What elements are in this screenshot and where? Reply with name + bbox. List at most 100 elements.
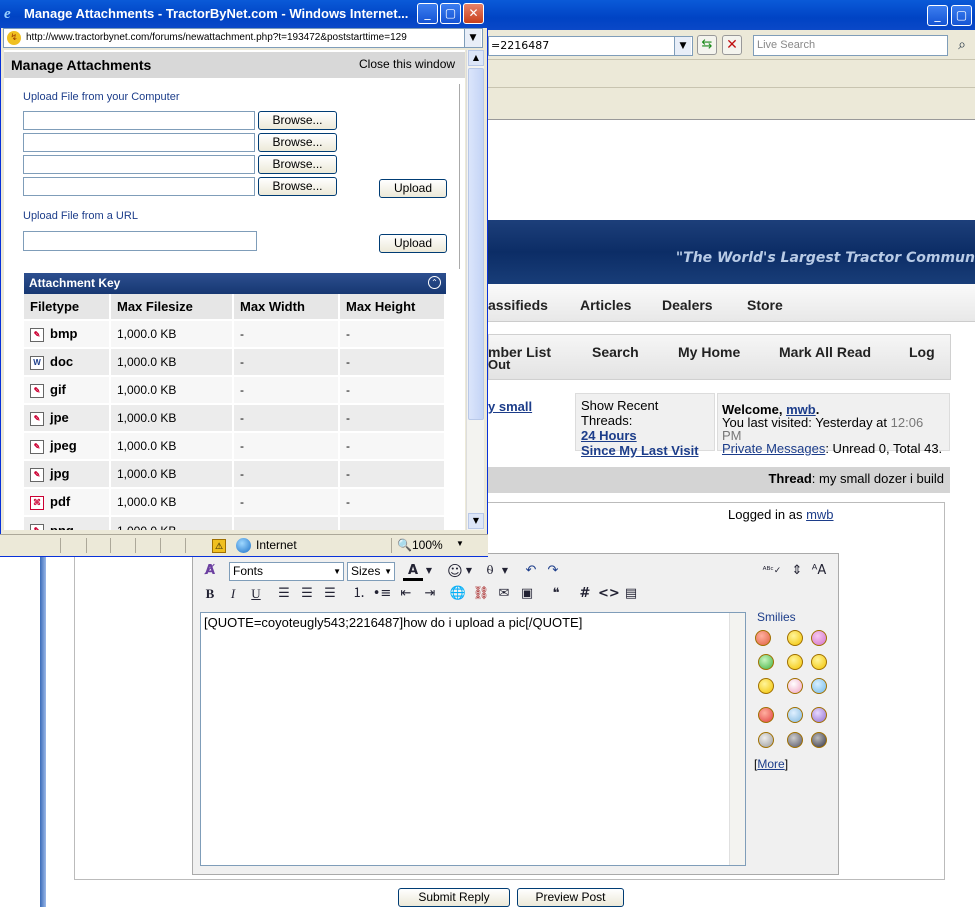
search-input[interactable]: Live Search — [753, 35, 948, 56]
refresh-icon[interactable]: ⇆ — [697, 35, 717, 55]
smiley-icon[interactable] — [811, 707, 827, 723]
smiley-icon[interactable] — [758, 707, 774, 723]
smiley-icon[interactable] — [758, 678, 774, 694]
smiley-icon[interactable] — [787, 678, 803, 694]
smiley-insert-icon[interactable]: ☺ — [445, 561, 465, 581]
outdent-icon[interactable]: ⇤ — [396, 584, 416, 604]
text-color-icon[interactable]: A — [403, 561, 423, 581]
subnav-mark-all-read[interactable]: Mark All Read — [779, 344, 871, 360]
unordered-list-icon[interactable]: •≡ — [372, 584, 392, 604]
scroll-up-icon[interactable]: ▲ — [468, 50, 484, 66]
spellcheck-icon[interactable]: ᴬᴮᶜ✓ — [762, 561, 782, 581]
smiley-icon[interactable] — [811, 732, 827, 748]
php-code-icon[interactable]: ▤ — [621, 584, 641, 604]
file-input-4[interactable] — [23, 177, 255, 196]
align-center-icon[interactable]: ☰ — [297, 584, 317, 604]
switch-mode-icon[interactable]: ᴬA — [809, 561, 829, 581]
popup-close-button[interactable]: ✕ — [463, 3, 484, 24]
file-input-3[interactable] — [23, 155, 255, 174]
subnav-log[interactable]: Log — [909, 344, 935, 360]
quote-icon[interactable]: ❝ — [546, 584, 566, 604]
private-messages-link[interactable]: Private Messages — [722, 441, 825, 456]
remove-link-icon[interactable]: ⛓ — [471, 584, 491, 604]
smiley-icon[interactable] — [811, 630, 827, 646]
file-input-1[interactable] — [23, 111, 255, 130]
subnav-logout[interactable]: Out — [488, 357, 510, 372]
upload-button[interactable]: Upload — [379, 179, 447, 198]
nav-classifieds[interactable]: assifieds — [488, 297, 548, 313]
code-hash-icon[interactable]: # — [575, 584, 595, 604]
stop-icon[interactable]: ✕ — [722, 35, 742, 55]
chevron-down-icon[interactable]: ▼ — [500, 561, 510, 581]
subnav-my-home[interactable]: My Home — [678, 344, 740, 360]
maximize-button[interactable]: ▢ — [951, 5, 972, 26]
browse-button-1[interactable]: Browse... — [258, 111, 337, 130]
url-input[interactable] — [23, 231, 257, 251]
more-smilies-link[interactable]: More — [757, 757, 784, 771]
smiley-icon[interactable] — [787, 732, 803, 748]
address-dropdown-icon[interactable]: ▼ — [674, 37, 691, 55]
submit-reply-button[interactable]: Submit Reply — [398, 888, 510, 907]
scroll-down-icon[interactable]: ▼ — [468, 513, 484, 529]
browse-button-3[interactable]: Browse... — [258, 155, 337, 174]
upload-url-button[interactable]: Upload — [379, 234, 447, 253]
smiley-icon[interactable] — [758, 732, 774, 748]
browse-button-4[interactable]: Browse... — [258, 177, 337, 196]
smiley-icon[interactable] — [787, 707, 803, 723]
smiley-icon[interactable] — [755, 630, 771, 646]
smiley-icon[interactable] — [811, 678, 827, 694]
nav-dealers[interactable]: Dealers — [662, 297, 713, 313]
background-address-field[interactable]: =2216487 — [488, 36, 693, 56]
bold-icon[interactable]: B — [200, 584, 220, 604]
chevron-down-icon[interactable]: ▼ — [424, 561, 434, 581]
indent-icon[interactable]: ⇥ — [420, 584, 440, 604]
smiley-icon[interactable] — [758, 654, 774, 670]
subnav-search[interactable]: Search — [592, 344, 639, 360]
insert-image-icon[interactable]: ▣ — [517, 584, 537, 604]
popup-minimize-button[interactable]: _ — [417, 3, 438, 24]
popup-url-field[interactable]: http://www.tractorbynet.com/forums/newat… — [3, 28, 483, 48]
italic-icon[interactable]: I — [223, 584, 243, 604]
insert-email-icon[interactable]: ✉ — [494, 584, 514, 604]
undo-icon[interactable]: ↶ — [521, 561, 541, 581]
logged-in-user-link[interactable]: mwb — [806, 507, 833, 522]
browse-button-2[interactable]: Browse... — [258, 133, 337, 152]
ordered-list-icon[interactable]: ⒈ — [349, 584, 369, 604]
underline-icon[interactable]: U — [246, 584, 266, 604]
insert-link-icon[interactable]: 🌐 — [448, 584, 468, 604]
sizes-select[interactable]: Sizes ▼ — [347, 562, 395, 581]
zoom-icon[interactable]: 🔍 — [397, 538, 412, 552]
collapse-icon[interactable]: ⌃ — [428, 276, 441, 289]
url-dropdown-icon[interactable]: ▼ — [464, 29, 481, 47]
preview-post-button[interactable]: Preview Post — [517, 888, 624, 907]
smiley-icon[interactable] — [811, 654, 827, 670]
popup-scrollbar[interactable]: ▲ ▼ — [466, 50, 484, 530]
chevron-down-icon[interactable]: ▼ — [464, 561, 474, 581]
recent-since-last-visit-link[interactable]: Since My Last Visit — [581, 443, 699, 458]
popup-maximize-button[interactable]: ▢ — [440, 3, 461, 24]
recent-24-hours-link[interactable]: 24 Hours — [581, 428, 637, 443]
redo-icon[interactable]: ↷ — [543, 561, 563, 581]
align-left-icon[interactable]: ☰ — [274, 584, 294, 604]
attach-icon[interactable]: ⍬ — [480, 561, 500, 581]
close-window-link[interactable]: Close this window — [359, 57, 455, 71]
html-code-icon[interactable]: <> — [598, 584, 620, 604]
nav-store[interactable]: Store — [747, 297, 783, 313]
zoom-dropdown-icon[interactable]: ▼ — [456, 539, 464, 548]
zoom-level[interactable]: 100% — [412, 538, 443, 552]
resize-icon[interactable]: ⇕ — [787, 561, 807, 581]
protected-mode-icon: ⚠ — [212, 539, 226, 553]
textarea-scrollbar[interactable] — [729, 613, 745, 865]
minimize-button[interactable]: _ — [927, 5, 948, 26]
smiley-icon[interactable] — [787, 630, 803, 646]
align-right-icon[interactable]: ☰ — [320, 584, 340, 604]
remove-format-icon[interactable]: A̸ — [200, 561, 220, 581]
nav-articles[interactable]: Articles — [580, 297, 631, 313]
search-icon[interactable]: ⌕ — [952, 35, 972, 55]
file-input-2[interactable] — [23, 133, 255, 152]
thread-title-link[interactable]: y small — [488, 399, 532, 414]
message-textarea[interactable]: [QUOTE=coyoteugly543;2216487]how do i up… — [200, 612, 746, 866]
fonts-select[interactable]: Fonts ▼ — [229, 562, 344, 581]
scroll-thumb[interactable] — [468, 68, 484, 420]
smiley-icon[interactable] — [787, 654, 803, 670]
